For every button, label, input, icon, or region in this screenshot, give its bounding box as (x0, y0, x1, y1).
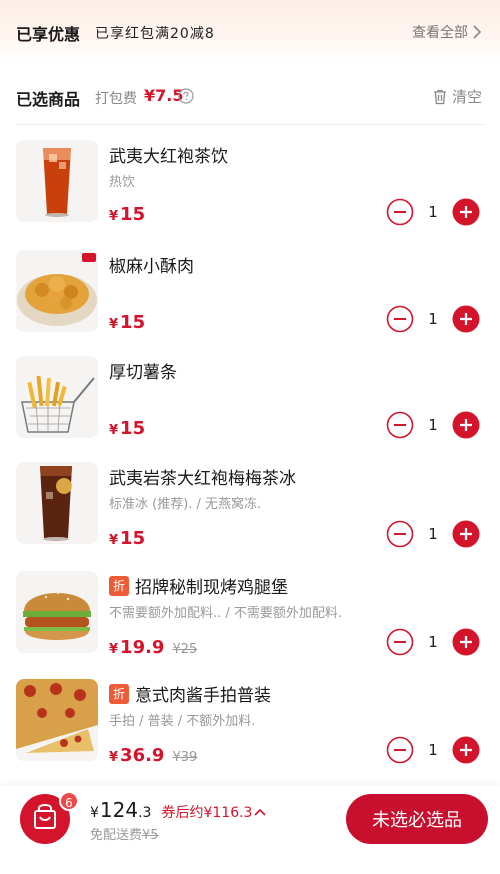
item-price: ¥ 15 (109, 418, 145, 439)
item-image (16, 356, 98, 438)
item-spec: 热饮 (109, 175, 136, 190)
price-value: 15 (120, 204, 146, 225)
checkout-bar: 6 ¥ 124 .3 券后约¥116.3 免配送费¥5 未选必选品 (0, 786, 500, 874)
discount-banner: 已享优惠 已享红包满20减8 查看全部 (0, 0, 500, 64)
price-value: 19.9 (120, 637, 165, 658)
plus-circle-icon[interactable] (452, 520, 480, 548)
item-image (16, 571, 98, 653)
total-currency: ¥ (90, 805, 99, 821)
chevron-right-icon (473, 25, 482, 39)
minus-circle-icon[interactable] (386, 736, 414, 764)
item-spec: 标准冰 (推荐). / 无燕窝冻. (109, 497, 262, 512)
help-circle-icon[interactable] (178, 88, 194, 104)
cart-item: 武夷大红袍茶饮 热饮 ¥ 15 1 (0, 140, 500, 244)
view-all-label: 查看全部 (412, 25, 468, 41)
total-price: ¥ 124 .3 券后约¥116.3 (90, 798, 267, 822)
quantity-stepper: 1 (386, 198, 480, 226)
discount-badge: 折 (109, 683, 129, 704)
chevron-up-icon (254, 808, 267, 816)
price-currency: ¥ (109, 317, 119, 332)
quantity-value: 1 (428, 633, 438, 651)
minus-circle-icon[interactable] (386, 305, 414, 333)
price-value: 15 (120, 312, 146, 333)
delivery-label: 免配送费 (90, 828, 143, 843)
price-currency: ¥ (109, 750, 119, 765)
divider (16, 124, 484, 125)
quantity-value: 1 (428, 741, 438, 759)
minus-circle-icon[interactable] (386, 411, 414, 439)
item-price: ¥ 15 (109, 204, 145, 225)
checkout-label: 未选必选品 (372, 810, 462, 831)
item-name: 招牌秘制现烤鸡腿堡 (135, 578, 288, 598)
item-spec: 手拍 / 普装 / 不额外加料. (109, 714, 256, 729)
clear-label: 清空 (451, 88, 482, 106)
total-decimal: .3 (138, 805, 152, 821)
cart-item: 武夷岩茶大红袍梅梅茶冰 标准冰 (推荐). / 无燕窝冻. ¥ 15 1 (0, 462, 500, 566)
price-currency: ¥ (109, 209, 119, 224)
plus-circle-icon[interactable] (452, 305, 480, 333)
item-image (16, 462, 98, 544)
item-image (16, 250, 98, 332)
delivery-fee: 免配送费¥5 (90, 824, 159, 843)
price-value: 36.9 (120, 745, 165, 766)
original-price: ¥39 (172, 750, 198, 765)
item-price: ¥ 15 (109, 312, 145, 333)
price-currency: ¥ (109, 533, 119, 548)
quantity-stepper: 1 (386, 411, 480, 439)
view-all-link[interactable]: 查看全部 (412, 22, 482, 42)
price-value: 15 (120, 418, 146, 439)
cart-item: 折 意式肉酱手拍普装 手拍 / 普装 / 不额外加料. ¥ 36.9 ¥39 1 (0, 679, 500, 783)
clear-button[interactable]: 清空 (432, 86, 482, 107)
cart-item: 椒麻小酥肉 ¥ 15 1 (0, 250, 500, 354)
item-name: 武夷大红袍茶饮 (109, 147, 228, 167)
after-coupon-label: 券后约¥116.3 (161, 805, 253, 821)
trash-icon (433, 89, 446, 105)
item-image (16, 140, 98, 222)
quantity-value: 1 (428, 525, 438, 543)
quantity-stepper: 1 (386, 520, 480, 548)
item-name: 厚切薯条 (109, 363, 177, 383)
discount-badge: 折 (109, 575, 129, 596)
plus-circle-icon[interactable] (452, 198, 480, 226)
total-integer: 124 (99, 798, 139, 822)
minus-circle-icon[interactable] (386, 520, 414, 548)
discount-desc: 已享红包满20减8 (95, 26, 215, 42)
checkout-button[interactable]: 未选必选品 (346, 794, 488, 844)
selected-title: 已选商品 (16, 90, 81, 109)
quantity-stepper: 1 (386, 305, 480, 333)
after-coupon-price[interactable]: 券后约¥116.3 (161, 802, 267, 822)
item-price: ¥ 36.9 ¥39 (109, 745, 197, 766)
item-name: 意式肉酱手拍普装 (135, 686, 271, 706)
delivery-original-fee: ¥5 (142, 828, 159, 843)
minus-circle-icon[interactable] (386, 198, 414, 226)
cart-count-badge: 6 (59, 791, 79, 811)
item-spec: 不需要额外加配料.. / 不需要额外加配料. (109, 606, 343, 621)
quantity-value: 1 (428, 203, 438, 221)
minus-circle-icon[interactable] (386, 628, 414, 656)
item-name: 椒麻小酥肉 (109, 257, 194, 277)
plus-circle-icon[interactable] (452, 628, 480, 656)
quantity-value: 1 (428, 416, 438, 434)
item-price: ¥ 15 (109, 528, 145, 549)
item-image (16, 679, 98, 761)
pack-fee-label: 打包费 (95, 91, 137, 107)
price-value: 15 (120, 528, 146, 549)
quantity-stepper: 1 (386, 628, 480, 656)
cart-item: 折 招牌秘制现烤鸡腿堡 不需要额外加配料.. / 不需要额外加配料. ¥ 19.… (0, 571, 500, 675)
plus-circle-icon[interactable] (452, 736, 480, 764)
price-currency: ¥ (109, 642, 119, 657)
quantity-stepper: 1 (386, 736, 480, 764)
discount-title: 已享优惠 (16, 25, 81, 44)
plus-circle-icon[interactable] (452, 411, 480, 439)
price-currency: ¥ (109, 423, 119, 438)
quantity-value: 1 (428, 310, 438, 328)
original-price: ¥25 (172, 642, 198, 657)
cart-item: 厚切薯条 ¥ 15 1 (0, 356, 500, 460)
selected-header: 已选商品 打包费 ¥7.5 清空 (0, 76, 500, 124)
item-price: ¥ 19.9 ¥25 (109, 637, 197, 658)
item-name: 武夷岩茶大红袍梅梅茶冰 (109, 469, 296, 489)
